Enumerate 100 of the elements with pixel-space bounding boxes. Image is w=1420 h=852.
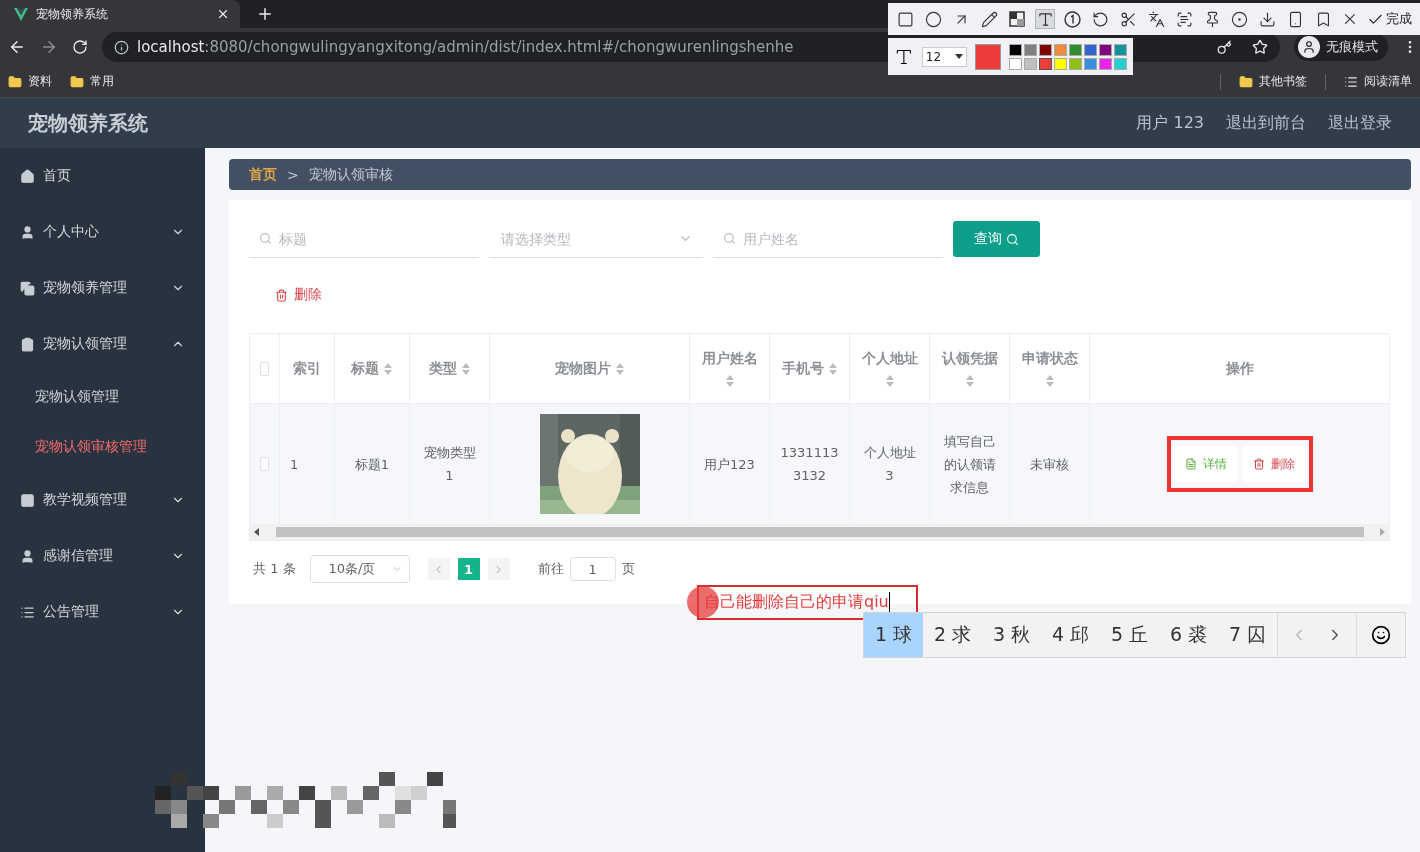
color-swatch[interactable]: [1114, 43, 1127, 56]
breadcrumb-item[interactable]: 首页: [249, 165, 277, 184]
sidebar-subitem[interactable]: 宠物认领管理: [0, 372, 205, 422]
sidebar-item[interactable]: 宠物认领管理: [0, 316, 205, 372]
color-swatch[interactable]: [1099, 43, 1112, 56]
step-marker-icon[interactable]: [1064, 10, 1082, 28]
page-input[interactable]: 1: [569, 557, 616, 581]
header-link[interactable]: 退出登录: [1328, 112, 1392, 134]
ime-candidate[interactable]: 2 求: [923, 613, 982, 657]
menu-item-icon: [20, 336, 35, 352]
ime-candidate[interactable]: 4 邱: [1041, 613, 1100, 657]
sidebar-item[interactable]: 公告管理: [0, 584, 205, 640]
table-cell-text: 个人地址3: [862, 444, 917, 485]
tool-icon[interactable]: [1147, 10, 1165, 28]
tool-icon[interactable]: [1036, 10, 1054, 28]
color-swatch[interactable]: [1009, 43, 1022, 56]
page-suffix: 页: [621, 560, 635, 578]
sidebar-item[interactable]: 个人中心: [0, 204, 205, 260]
ime-candidate[interactable]: 5 丘: [1100, 613, 1159, 657]
color-swatch[interactable]: [1039, 57, 1052, 70]
color-swatch[interactable]: [1084, 43, 1097, 56]
info-icon[interactable]: [114, 39, 129, 55]
app-title: 宠物领养系统: [28, 109, 149, 137]
color-swatch[interactable]: [1024, 57, 1037, 70]
emoji-icon[interactable]: [1371, 625, 1391, 645]
ime-candidate[interactable]: 3 秋: [982, 613, 1041, 657]
color-swatch[interactable]: [1084, 57, 1097, 70]
ime-candidate[interactable]: 6 裘: [1159, 613, 1218, 657]
sidebar-item[interactable]: 宠物领养管理: [0, 260, 205, 316]
page-size-select[interactable]: 10条/页: [309, 555, 410, 583]
trash-icon: [275, 288, 288, 302]
key-icon[interactable]: [1217, 39, 1232, 55]
search-icon: [1006, 232, 1019, 246]
select-all-checkbox[interactable]: [260, 361, 269, 376]
column-header: 宠物图片: [554, 359, 611, 378]
search-field[interactable]: 标题: [277, 229, 469, 248]
row-checkbox[interactable]: [260, 457, 269, 471]
color-swatch[interactable]: [1114, 57, 1127, 70]
sidebar-item[interactable]: 感谢信管理: [0, 528, 205, 584]
tool-icon[interactable]: [1231, 10, 1249, 28]
tool-icon[interactable]: [980, 10, 998, 28]
menu-item-icon: [20, 604, 35, 620]
ime-candidate[interactable]: 7 囚: [1218, 613, 1277, 657]
bookmark-link[interactable]: 资料: [28, 73, 52, 90]
menu-item-icon: [20, 492, 35, 508]
column-header: 认领凭据: [941, 349, 998, 368]
menu-item-icon: [20, 280, 35, 296]
tool-icon[interactable]: [1175, 10, 1193, 28]
mosaic-tool-icon[interactable]: [1009, 11, 1026, 27]
column-header: 索引: [293, 359, 321, 378]
star-icon[interactable]: [1252, 39, 1268, 55]
sidebar-subitem[interactable]: 宠物认领审核管理: [0, 422, 205, 472]
color-swatch[interactable]: [1054, 57, 1067, 70]
back-icon[interactable]: [8, 38, 26, 56]
tool-icon[interactable]: [1287, 10, 1304, 28]
tool-icon[interactable]: [1259, 10, 1277, 28]
delete-button[interactable]: 删除: [275, 286, 322, 304]
folder-icon: [70, 74, 84, 89]
color-swatch[interactable]: [1069, 43, 1082, 56]
bookmark-link[interactable]: 其他书签: [1259, 73, 1307, 90]
tool-icon[interactable]: [1120, 10, 1138, 28]
menu-item-icon: [20, 168, 35, 184]
sidebar-item[interactable]: 教学视频管理: [0, 472, 205, 528]
ime-candidate[interactable]: 1 球: [864, 613, 923, 657]
document-icon: [1184, 458, 1197, 470]
bookmark-link[interactable]: 常用: [90, 73, 114, 90]
search-icon: [723, 232, 736, 245]
current-color-swatch[interactable]: [975, 43, 1001, 70]
table-cell-text: 未审核: [1030, 455, 1069, 474]
color-swatch[interactable]: [1054, 43, 1067, 56]
color-swatch[interactable]: [1069, 57, 1082, 70]
done-button[interactable]: 完成: [1367, 10, 1413, 28]
font-size-select[interactable]: 12: [921, 46, 968, 67]
table-cell-text: 用户123: [704, 455, 755, 474]
tool-icon[interactable]: [925, 10, 943, 28]
scroll-left-icon[interactable]: [254, 528, 260, 536]
menu-item-icon: [20, 548, 35, 564]
table-cell-text: 宠物类型1: [422, 444, 477, 485]
type-select[interactable]: 请选择类型: [499, 229, 673, 248]
color-swatch[interactable]: [1099, 57, 1112, 70]
column-header: 类型: [428, 359, 457, 378]
browser-tab[interactable]: 宠物领养系统: [0, 0, 240, 28]
color-swatch[interactable]: [1024, 43, 1037, 56]
reload-icon[interactable]: [72, 39, 88, 55]
search-icon: [259, 232, 272, 245]
color-swatch[interactable]: [1009, 57, 1022, 70]
color-swatch[interactable]: [1039, 43, 1052, 56]
tool-icon[interactable]: [1092, 10, 1110, 28]
close-icon[interactable]: [216, 7, 230, 21]
search-field[interactable]: 用户姓名: [741, 229, 933, 248]
sidebar-item[interactable]: 首页: [0, 148, 205, 204]
forward-icon[interactable]: [40, 38, 58, 56]
tool-icon[interactable]: [897, 10, 915, 28]
horizontal-scrollbar[interactable]: [250, 524, 1390, 540]
header-link[interactable]: 退出到前台: [1226, 112, 1306, 134]
incognito-badge[interactable]: 无痕模式: [1294, 33, 1388, 61]
reading-list-link[interactable]: 阅读清单: [1364, 73, 1412, 90]
new-tab-icon[interactable]: [256, 5, 274, 23]
folder-icon: [8, 74, 22, 89]
delete-button[interactable]: 删除: [1242, 446, 1305, 482]
